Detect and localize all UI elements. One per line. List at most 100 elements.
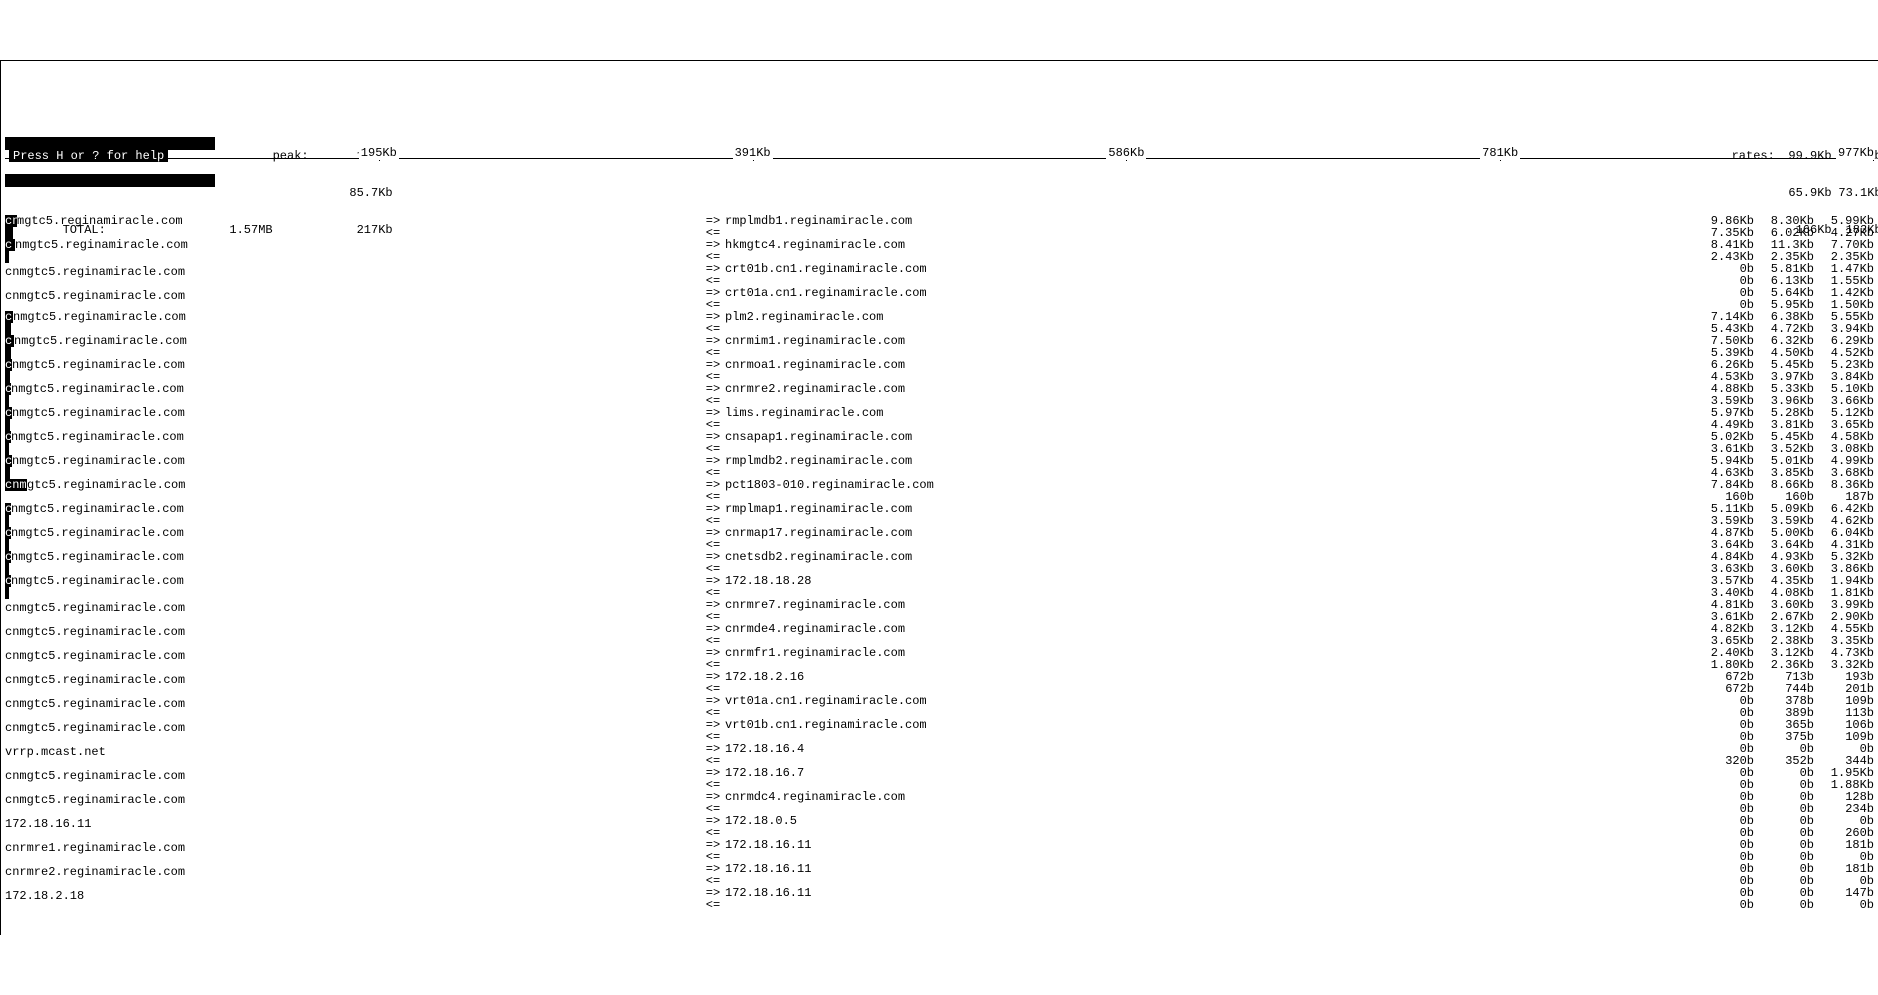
- connection-row: cnmgtc5.reginamiracle.com=>cnrmim1.regin…: [5, 335, 1874, 359]
- connection-row: cnmgtc5.reginamiracle.com=>lims.reginami…: [5, 407, 1874, 431]
- scale-tick-label: 195Kb: [359, 146, 399, 160]
- destination-host: cnrmoa1.reginamiracle.com: [725, 359, 1265, 371]
- connection-row: cnmgtc5.reginamiracle.com=>hkmgtc4.regin…: [5, 239, 1874, 263]
- connection-row: cnmgtc5.reginamiracle.com=>crt01b.cn1.re…: [5, 263, 1874, 287]
- help-hint: Press H or ? for help: [9, 150, 168, 162]
- destination-host: cnsapap1.reginamiracle.com: [725, 431, 1265, 443]
- destination-host: 172.18.0.5: [725, 815, 1265, 827]
- connection-row: cnmgtc5.reginamiracle.com=>vrt01b.cn1.re…: [5, 719, 1874, 743]
- destination-host: hkmgtc4.reginamiracle.com: [725, 239, 1265, 251]
- source-host: nmgtc5.reginamiracle.com: [15, 239, 188, 251]
- destination-host: cnrmfr1.reginamiracle.com: [725, 647, 1265, 659]
- connection-row: cnmgtc5.reginamiracle.com=>cnrmde4.regin…: [5, 623, 1874, 647]
- rx-rates: 672b744b201b: [1674, 683, 1874, 695]
- arrow-in-icon: <=: [701, 899, 725, 911]
- rx-rates: 0b389b113b: [1674, 707, 1874, 719]
- scale-line: [5, 158, 1874, 159]
- connection-row: cnmgtc5.reginamiracle.com=>cnrmoa1.regin…: [5, 359, 1874, 383]
- destination-host: crt01a.cn1.reginamiracle.com: [725, 287, 1265, 299]
- destination-host: vrt01a.cn1.reginamiracle.com: [725, 695, 1265, 707]
- connections-table: cnmgtc5.reginamiracle.com=>rmplmdb1.regi…: [5, 215, 1874, 911]
- header: TX:cum:969KB RX:639KB TOTAL:1.57MB peak:…: [5, 113, 1874, 165]
- connection-row: cnmgtc5.reginamiracle.com=>vrt01a.cn1.re…: [5, 695, 1874, 719]
- destination-host: plm2.reginamiracle.com: [725, 311, 1265, 323]
- connection-row: cnmgtc5.reginamiracle.com=>rmplmdb1.regi…: [5, 215, 1874, 239]
- scale-tick: 195Kb: [359, 151, 399, 165]
- tx-rates: 0b0b181b: [1674, 863, 1874, 875]
- tx-bar: c: [5, 455, 12, 467]
- source-host: nmgtc5.reginamiracle.com: [12, 455, 185, 467]
- connection-row: 172.18.2.18=>172.18.16.110b0b147b<=0b0b0…: [5, 887, 1874, 911]
- rx-rates: 1.80Kb2.36Kb3.32Kb: [1674, 659, 1874, 671]
- connection-row: cnmgtc5.reginamiracle.com=>172.18.18.283…: [5, 575, 1874, 599]
- destination-host: 172.18.18.28: [725, 575, 1265, 587]
- tx-rates: 0b0b0b: [1674, 743, 1874, 755]
- connection-row: 172.18.16.11=>172.18.0.50b0b0b<=0b0b260b: [5, 815, 1874, 839]
- destination-host: 172.18.16.7: [725, 767, 1265, 779]
- source-host: nmgtc5.reginamiracle.com: [13, 311, 186, 323]
- source-host: gtc5.reginamiracle.com: [27, 479, 185, 491]
- source-host: nmgtc5.reginamiracle.com: [11, 575, 184, 587]
- tx-bar: c: [5, 239, 15, 251]
- connection-row: cnmgtc5.reginamiracle.com=>cnrmdc4.regin…: [5, 791, 1874, 815]
- connection-row: cnmgtc5.reginamiracle.com=>rmplmdb2.regi…: [5, 455, 1874, 479]
- connection-row: cnrmre1.reginamiracle.com=>172.18.16.110…: [5, 839, 1874, 863]
- tx-bar: c: [5, 335, 14, 347]
- tx-bar: cn: [5, 215, 17, 227]
- source-host: nmgtc5.reginamiracle.com: [11, 551, 184, 563]
- source-host: nmgtc5.reginamiracle.com: [11, 527, 184, 539]
- tx-rates: 0b0b181b: [1674, 839, 1874, 851]
- connection-row: cnmgtc5.reginamiracle.com=>cnrmre7.regin…: [5, 599, 1874, 623]
- destination-host: 172.18.16.4: [725, 743, 1265, 755]
- scale-tick: 781Kb: [1480, 151, 1520, 165]
- connection-row: cnmgtc5.reginamiracle.com=>172.18.2.1667…: [5, 671, 1874, 695]
- connection-row: cnmgtc5.reginamiracle.com=>cnetsdb2.regi…: [5, 551, 1874, 575]
- connection-row: cnrmre2.reginamiracle.com=>172.18.16.110…: [5, 863, 1874, 887]
- destination-host: cnrmdc4.reginamiracle.com: [725, 791, 1265, 803]
- destination-host: cnrmap17.reginamiracle.com: [725, 527, 1265, 539]
- destination-host: cnrmre2.reginamiracle.com: [725, 383, 1265, 395]
- rx-rates: 0b0b0b: [1674, 851, 1874, 863]
- scale-tick: 977Kb: [1836, 151, 1874, 165]
- tx-bar: c: [5, 359, 12, 371]
- connection-row: cnmgtc5.reginamiracle.com=>cnrmfr1.regin…: [5, 647, 1874, 671]
- scale-tick-label: 781Kb: [1480, 146, 1520, 160]
- source-host: nmgtc5.reginamiracle.com: [14, 335, 187, 347]
- source-host: nmgtc5.reginamiracle.com: [11, 431, 184, 443]
- tx-rates: 0b365b106b: [1674, 719, 1874, 731]
- destination-host: pct1803-010.reginamiracle.com: [725, 479, 1265, 491]
- destination-host: rmplmdb2.reginamiracle.com: [725, 455, 1265, 467]
- connection-row: cnmgtc5.reginamiracle.com=>cnrmre2.regin…: [5, 383, 1874, 407]
- destination-host: 172.18.2.16: [725, 671, 1265, 683]
- tx-rates: 0b378b109b: [1674, 695, 1874, 707]
- scale-tick: 586Kb: [1106, 151, 1146, 165]
- connection-row: cnmgtc5.reginamiracle.com=>plm2.reginami…: [5, 311, 1874, 335]
- destination-host: rmplmap1.reginamiracle.com: [725, 503, 1265, 515]
- connection-row: cnmgtc5.reginamiracle.com=>cnrmap17.regi…: [5, 527, 1874, 551]
- connection-row: cnmgtc5.reginamiracle.com=>pct1803-010.r…: [5, 479, 1874, 503]
- connection-row: cnmgtc5.reginamiracle.com=>cnsapap1.regi…: [5, 431, 1874, 455]
- destination-host: 172.18.16.11: [725, 887, 1265, 899]
- scale-tick: 391Kb: [733, 151, 773, 165]
- tx-rates: 0b0b147b: [1674, 887, 1874, 899]
- tx-bar: cnm: [5, 479, 27, 491]
- destination-host: vrt01b.cn1.reginamiracle.com: [725, 719, 1265, 731]
- source-host: nmgtc5.reginamiracle.com: [12, 359, 185, 371]
- connection-row: vrrp.mcast.net=>172.18.16.40b0b0b<=320b3…: [5, 743, 1874, 767]
- rx-rates: 0b0b260b: [1674, 827, 1874, 839]
- destination-host: cnrmre7.reginamiracle.com: [725, 599, 1265, 611]
- destination-host: cnetsdb2.reginamiracle.com: [725, 551, 1265, 563]
- source-host: mgtc5.reginamiracle.com: [17, 215, 183, 227]
- destination-host: rmplmdb1.reginamiracle.com: [725, 215, 1265, 227]
- tx-bar: c: [5, 311, 13, 323]
- source-host: nmgtc5.reginamiracle.com: [12, 407, 185, 419]
- source-host: nmgtc5.reginamiracle.com: [11, 503, 184, 515]
- connection-row: cnmgtc5.reginamiracle.com=>rmplmap1.regi…: [5, 503, 1874, 527]
- rx-rates: 0b0b234b: [1674, 803, 1874, 815]
- destination-host: 172.18.16.11: [725, 863, 1265, 875]
- scale-tick-label: 586Kb: [1106, 146, 1146, 160]
- scale-ruler: Press H or ? for help 195Kb 391Kb 586Kb 781…: [5, 151, 1874, 165]
- tx-rates: 0b0b0b: [1674, 815, 1874, 827]
- destination-host: cnrmde4.reginamiracle.com: [725, 623, 1265, 635]
- scale-tick-label: 391Kb: [733, 146, 773, 160]
